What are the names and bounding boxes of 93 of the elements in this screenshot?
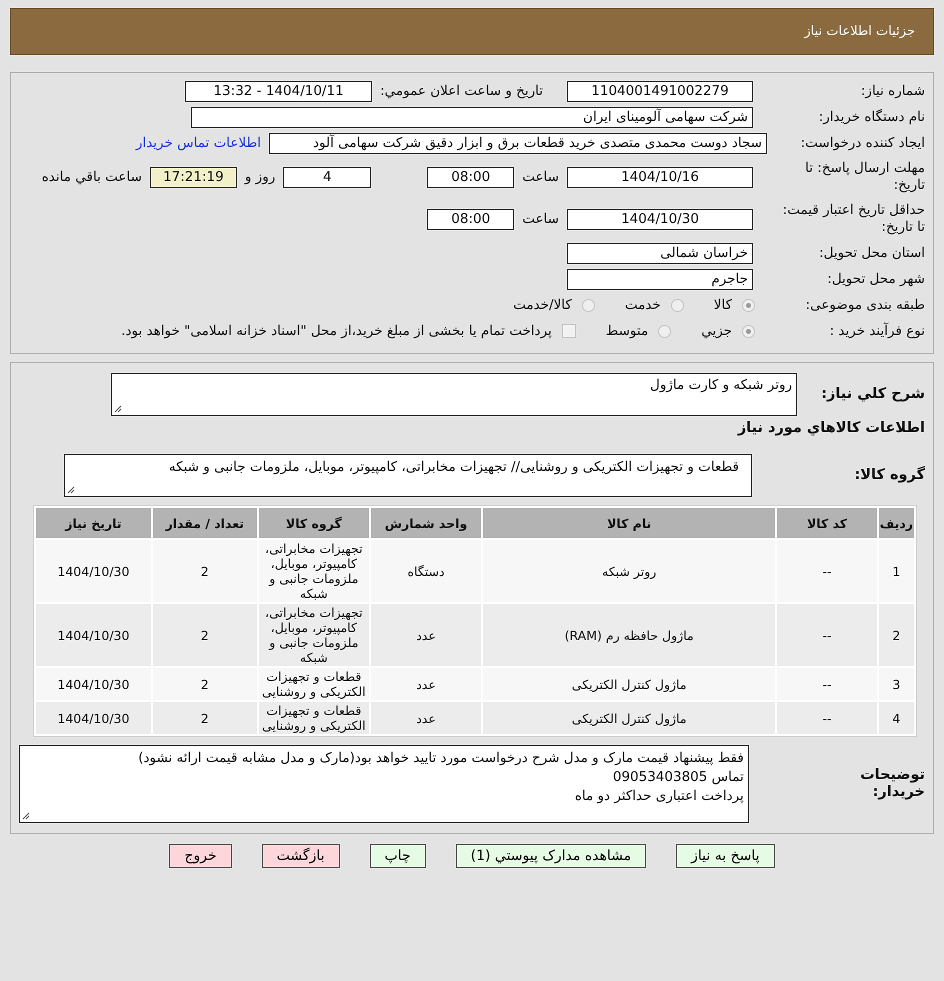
text-field[interactable]: 1404/10/11 - 13:32 bbox=[185, 80, 372, 102]
text-field[interactable]: سجاد دوست محمدی متصدی خرید قطعات برق و ابزار دقیق شرکت سهامی آلود bbox=[269, 132, 767, 154]
notes-line: پرداخت اعتباری حداکثر دو ماه bbox=[574, 787, 744, 806]
field-label: روز و bbox=[244, 169, 276, 185]
action-button[interactable]: چاپ bbox=[370, 844, 426, 868]
table-cell: 1404/10/30 bbox=[36, 604, 151, 666]
field-label: شماره نیاز: bbox=[860, 82, 925, 100]
table-cell: 2 bbox=[152, 540, 257, 602]
text-field[interactable]: خراسان شمالی bbox=[567, 242, 753, 264]
notes-line: فقط پیشنهاد قیمت مارک و مدل شرح درخواست مورد تایید خواهد بود(مارک و مدل مشابه قیمت ارائه نشود) bbox=[138, 749, 744, 768]
goods-group-field[interactable]: قطعات و تجهیزات الکتریکی و روشنایی// تجهیزات مخابراتی، کامپیوتر، موبایل، ملزومات جانبی و شبکه bbox=[64, 454, 752, 497]
radio-button[interactable] bbox=[742, 298, 755, 312]
text-field[interactable]: 1404/10/16 bbox=[567, 166, 753, 188]
table-cell: 4 bbox=[878, 702, 914, 734]
field-label: تاریخ و ساعت اعلان عمومي: bbox=[380, 83, 543, 99]
radio-button[interactable] bbox=[582, 298, 595, 312]
checkbox[interactable] bbox=[562, 324, 576, 338]
remaining-time-field: 17:21:19 bbox=[150, 166, 237, 188]
action-button[interactable]: پاسخ به نیاز bbox=[676, 844, 775, 868]
table-cell: ماژول کنترل الکتریکی bbox=[483, 668, 776, 700]
action-button[interactable]: بازگشت bbox=[262, 844, 340, 868]
table-cell: -- bbox=[777, 702, 877, 734]
page-title: جزئیات اطلاعات نیاز bbox=[804, 24, 915, 39]
text-field[interactable]: شرکت سهامی آلومینای ایران bbox=[191, 106, 753, 128]
column-header: واحد شمارش bbox=[370, 508, 482, 538]
table-cell: ماژول کنترل الکتریکی bbox=[483, 702, 776, 734]
table-cell: عدد bbox=[370, 702, 482, 734]
table-cell: 2 bbox=[152, 668, 257, 700]
notes-field[interactable]: فقط پیشنهاد قیمت مارک و مدل شرح درخواست مورد تایید خواهد بود(مارک و مدل مشابه قیمت ارائه نشود) تماس 09053403805 پرداخت اعتباری حداکثر دو ماه bbox=[19, 745, 749, 823]
field-label: شهر محل تحویل: bbox=[826, 270, 925, 288]
table-cell: -- bbox=[777, 668, 877, 700]
column-header: تاریخ نیاز bbox=[36, 508, 151, 538]
text-field[interactable]: 4 bbox=[283, 166, 372, 188]
table-cell: 2 bbox=[152, 702, 257, 734]
resize-grip-icon[interactable] bbox=[67, 486, 75, 494]
radio-button[interactable] bbox=[658, 324, 672, 338]
table-cell: ماژول حافظه رم (RAM) bbox=[483, 604, 776, 666]
field-label: ساعت bbox=[522, 211, 559, 227]
table-cell: روتر شبکه bbox=[483, 540, 776, 602]
notes-line: تماس 09053403805 bbox=[612, 768, 744, 787]
column-header: نام کالا bbox=[483, 508, 776, 538]
table-cell: 2 bbox=[152, 604, 257, 666]
field-label: ایجاد کننده درخواست: bbox=[800, 134, 925, 152]
action-button[interactable]: خروج bbox=[169, 844, 232, 868]
buyer-contact-link[interactable]: اطلاعات تماس خریدار bbox=[136, 135, 261, 151]
table-cell: عدد bbox=[370, 604, 482, 666]
resize-grip-icon[interactable] bbox=[114, 405, 122, 413]
text-field[interactable]: 08:00 bbox=[427, 208, 514, 230]
field-label: استان محل تحویل: bbox=[818, 244, 925, 262]
field-label: نوع فرآیند خرید : bbox=[828, 322, 925, 340]
column-header: تعداد / مقدار bbox=[152, 508, 257, 538]
field-label: ساعت باقي مانده bbox=[42, 169, 142, 185]
column-header: ردیف bbox=[878, 508, 914, 538]
field-label: ساعت bbox=[522, 169, 559, 185]
table-cell: -- bbox=[777, 540, 877, 602]
table-cell: 1404/10/30 bbox=[36, 702, 151, 734]
text-field[interactable]: جاجرم bbox=[567, 268, 753, 290]
table-cell: قطعات و تجهیزات الکتریکی و روشنایی bbox=[258, 668, 369, 700]
field-label: شرح کلي نیاز: bbox=[820, 386, 925, 403]
section-heading: اطلاعات کالاهاي مورد نیاز bbox=[736, 420, 925, 436]
option-label: متوسط bbox=[606, 323, 648, 339]
option-label: خدمت bbox=[624, 297, 661, 313]
table-cell: تجهیزات مخابراتی، کامپیوتر، موبایل، ملزومات جانبی و شبکه bbox=[258, 540, 369, 602]
field-label: طبقه بندی موضوعی: bbox=[804, 296, 925, 314]
text-field[interactable]: 1104001491002279 bbox=[567, 80, 753, 102]
table-cell: 1404/10/30 bbox=[36, 540, 151, 602]
field-label: حداقل تاریخ اعتبار قیمت: تا تاریخ: bbox=[782, 202, 925, 236]
table-cell: تجهیزات مخابراتی، کامپیوتر، موبایل، ملزومات جانبی و شبکه bbox=[258, 604, 369, 666]
field-label: مهلت ارسال پاسخ: تا تاریخ: bbox=[804, 160, 925, 194]
table-cell: 1404/10/30 bbox=[36, 668, 151, 700]
table-cell: عدد bbox=[370, 668, 482, 700]
table-cell: -- bbox=[777, 604, 877, 666]
field-label: نام دستگاه خریدار: bbox=[818, 108, 925, 126]
action-button[interactable]: مشاهده مدارک پیوستي (1) bbox=[456, 844, 646, 868]
radio-button[interactable] bbox=[670, 298, 684, 312]
description-field[interactable]: روتر شبکه و کارت ماژول bbox=[111, 373, 797, 416]
column-header: کد کالا bbox=[777, 508, 877, 538]
radio-button[interactable] bbox=[742, 324, 755, 338]
resize-grip-icon[interactable] bbox=[22, 812, 30, 820]
table-cell: 1 bbox=[878, 540, 914, 602]
table-cell: 3 bbox=[878, 668, 914, 700]
table-cell: 2 bbox=[878, 604, 914, 666]
field-label: گروه کالا: bbox=[853, 467, 925, 484]
column-header: گروه کالا bbox=[258, 508, 369, 538]
option-label: کالا bbox=[714, 297, 732, 313]
table-cell: دستگاه bbox=[370, 540, 482, 602]
text-field[interactable]: 1404/10/30 bbox=[567, 208, 753, 230]
text-field[interactable]: 08:00 bbox=[427, 166, 514, 188]
field-label: توضیحات خریدار: bbox=[859, 766, 925, 801]
option-label: جزيي bbox=[701, 323, 732, 339]
table-cell: قطعات و تجهیزات الکتریکی و روشنایی bbox=[258, 702, 369, 734]
option-label: کالا/خدمت bbox=[513, 297, 572, 313]
checkbox-label: پرداخت تمام یا بخشی از مبلغ خرید،از محل "اسناد خزانه اسلامی" خواهد بود. bbox=[121, 323, 552, 339]
